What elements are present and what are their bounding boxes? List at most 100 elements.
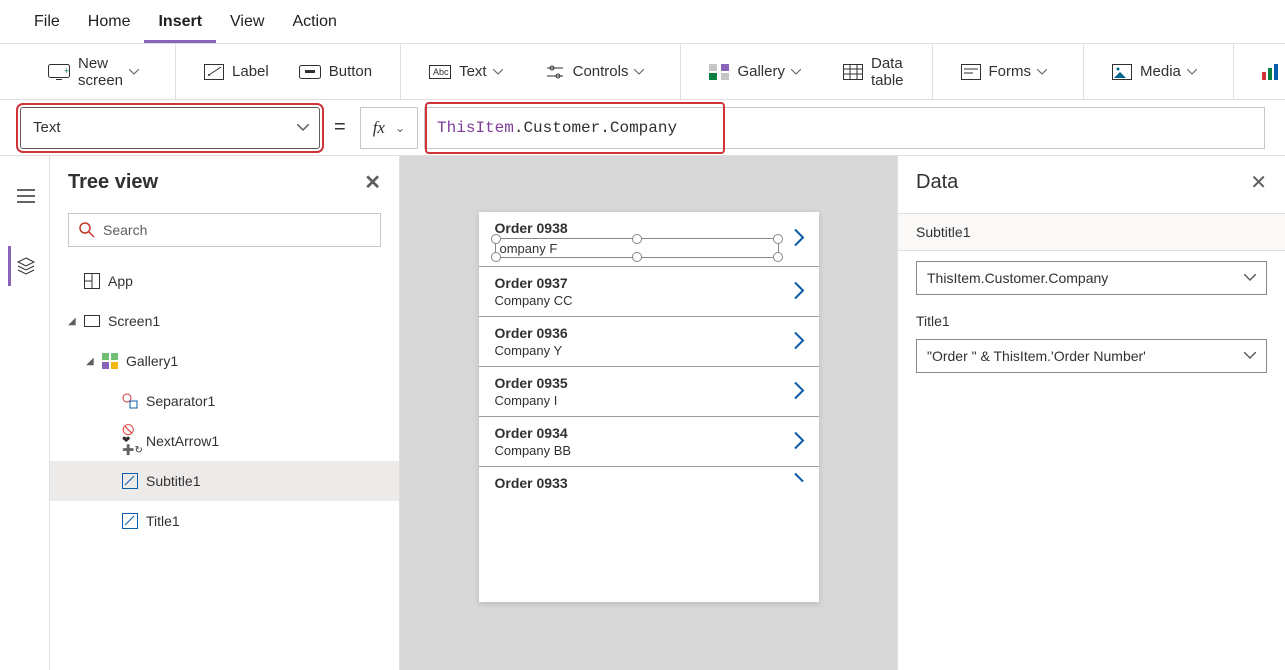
chevron-down-icon bbox=[297, 124, 309, 132]
gallery-item[interactable]: Order 0933 bbox=[479, 467, 819, 499]
title1-value: "Order " & ThisItem.'Order Number' bbox=[927, 348, 1146, 364]
gallery-button[interactable]: Gallery bbox=[699, 57, 819, 86]
label-label: Label bbox=[232, 63, 269, 80]
property-selector[interactable]: Text bbox=[20, 107, 320, 149]
data-table-button[interactable]: Data table bbox=[833, 49, 914, 95]
app-preview: Order 0938 ompany F Order 0937 Company C… bbox=[479, 212, 819, 602]
tree-label-gallery1: Gallery1 bbox=[126, 353, 178, 369]
data-section-title1: Title1 bbox=[916, 313, 1267, 329]
text-button[interactable]: Abc Text bbox=[419, 57, 521, 86]
resize-handle[interactable] bbox=[773, 252, 783, 262]
tree-label-title1: Title1 bbox=[146, 513, 180, 529]
subtitle1-value-dropdown[interactable]: ThisItem.Customer.Company bbox=[916, 261, 1267, 295]
menu-home[interactable]: Home bbox=[74, 0, 145, 43]
tree-node-title1[interactable]: Title1 bbox=[50, 501, 399, 541]
property-selector-value: Text bbox=[33, 119, 61, 136]
label-pencil-icon bbox=[122, 473, 138, 489]
gallery-item-title: Order 0934 bbox=[495, 425, 779, 441]
tree-label-app: App bbox=[108, 273, 133, 289]
screen-rect-icon bbox=[84, 315, 100, 327]
forms-label: Forms bbox=[989, 63, 1032, 80]
tree-label-subtitle1: Subtitle1 bbox=[146, 473, 200, 489]
resize-handle[interactable] bbox=[632, 234, 642, 244]
tree-node-subtitle1[interactable]: Subtitle1 bbox=[50, 461, 399, 501]
tree-label-screen1: Screen1 bbox=[108, 313, 160, 329]
tree-node-app[interactable]: App bbox=[50, 261, 399, 301]
new-screen-button[interactable]: + New screen bbox=[38, 49, 157, 95]
resize-handle[interactable] bbox=[773, 234, 783, 244]
tree-node-screen1[interactable]: ◢ Screen1 bbox=[50, 301, 399, 341]
controls-label: Controls bbox=[573, 63, 629, 80]
ribbon: + New screen Label Button Abc Text Contr… bbox=[0, 44, 1285, 100]
chevron-right-icon[interactable] bbox=[793, 380, 805, 403]
data-section-subtitle1: Subtitle1 bbox=[898, 213, 1285, 251]
fx-label: fx bbox=[373, 118, 385, 138]
svg-text:Abc: Abc bbox=[433, 67, 449, 77]
chevron-right-icon[interactable] bbox=[793, 280, 805, 303]
gallery-item[interactable]: Order 0937 Company CC bbox=[479, 267, 819, 317]
gallery-item[interactable]: Order 0938 ompany F bbox=[479, 212, 819, 267]
search-placeholder: Search bbox=[103, 222, 147, 238]
nextarrow-icon: 🚫❤➕↻ bbox=[122, 426, 138, 456]
text-icon: Abc bbox=[429, 65, 451, 79]
resize-handle[interactable] bbox=[491, 252, 501, 262]
tree-list: App ◢ Screen1 ◢ Gallery1 Separator1 🚫❤➕↻… bbox=[50, 257, 399, 541]
gallery-item[interactable]: Order 0936 Company Y bbox=[479, 317, 819, 367]
gallery-item-title: Order 0937 bbox=[495, 275, 779, 291]
formula-token-thisitem: ThisItem bbox=[437, 119, 514, 137]
layers-icon bbox=[16, 256, 36, 276]
formula-input[interactable]: ThisItem.Customer.Company bbox=[424, 107, 1265, 149]
data-table-label: Data table bbox=[871, 55, 904, 89]
close-tree-view[interactable]: ✕ bbox=[364, 170, 381, 195]
tree-node-separator1[interactable]: Separator1 bbox=[50, 381, 399, 421]
gallery-item-subtitle: Company BB bbox=[495, 443, 779, 458]
gallery-item[interactable]: Order 0934 Company BB bbox=[479, 417, 819, 467]
forms-icon bbox=[961, 64, 981, 80]
chevron-right-icon[interactable] bbox=[793, 430, 805, 453]
gallery-item-subtitle: Company Y bbox=[495, 343, 779, 358]
tree-search-input[interactable]: Search bbox=[68, 213, 381, 247]
rail-hamburger[interactable] bbox=[8, 176, 42, 216]
menu-action[interactable]: Action bbox=[278, 0, 350, 43]
main-area: Tree view ✕ Search App ◢ Screen1 ◢ Galle… bbox=[0, 156, 1285, 670]
selected-subtitle-control[interactable]: ompany F bbox=[495, 238, 779, 258]
formula-token-rest: .Customer.Company bbox=[514, 119, 677, 137]
forms-button[interactable]: Forms bbox=[951, 57, 1066, 86]
controls-icon bbox=[545, 64, 565, 80]
equals-sign: = bbox=[334, 116, 346, 139]
menu-file[interactable]: File bbox=[20, 0, 74, 43]
gallery-item-title: Order 0935 bbox=[495, 375, 779, 391]
resize-handle[interactable] bbox=[632, 252, 642, 262]
label-pencil-icon bbox=[122, 513, 138, 529]
tree-node-nextarrow1[interactable]: 🚫❤➕↻ NextArrow1 bbox=[50, 421, 399, 461]
close-data-panel[interactable]: ✕ bbox=[1250, 170, 1267, 195]
chevron-right-icon[interactable] bbox=[793, 228, 805, 251]
gallery-item[interactable]: Order 0935 Company I bbox=[479, 367, 819, 417]
canvas[interactable]: Order 0938 ompany F Order 0937 Company C… bbox=[400, 156, 897, 670]
menu-view[interactable]: View bbox=[216, 0, 278, 43]
chart-icon bbox=[1262, 64, 1280, 80]
resize-handle[interactable] bbox=[491, 234, 501, 244]
chevron-down-icon bbox=[1037, 69, 1047, 75]
chevron-down-icon bbox=[129, 69, 139, 75]
chevron-right-icon[interactable] bbox=[793, 330, 805, 353]
text-label: Text bbox=[459, 63, 487, 80]
subtitle1-value: ThisItem.Customer.Company bbox=[927, 270, 1108, 286]
fx-button[interactable]: fx ⌄ bbox=[360, 107, 418, 149]
new-screen-label: New screen bbox=[78, 55, 123, 89]
title1-value-dropdown[interactable]: "Order " & ThisItem.'Order Number' bbox=[916, 339, 1267, 373]
chevron-down-icon bbox=[1244, 352, 1256, 360]
chevron-right-icon[interactable] bbox=[793, 472, 805, 495]
tree-node-gallery1[interactable]: ◢ Gallery1 bbox=[50, 341, 399, 381]
gallery-item-title: Order 0933 bbox=[495, 475, 779, 491]
chevron-down-icon: ⌄ bbox=[395, 121, 405, 135]
label-button[interactable]: Label bbox=[194, 57, 279, 86]
controls-button[interactable]: Controls bbox=[535, 57, 663, 86]
media-icon bbox=[1112, 64, 1132, 80]
chart-button[interactable]: Chart bbox=[1252, 57, 1285, 86]
menu-insert[interactable]: Insert bbox=[144, 0, 216, 43]
rail-tree-view[interactable] bbox=[8, 246, 42, 286]
screen-icon: + bbox=[48, 64, 70, 80]
media-button[interactable]: Media bbox=[1102, 57, 1215, 86]
button-button[interactable]: Button bbox=[289, 57, 382, 86]
